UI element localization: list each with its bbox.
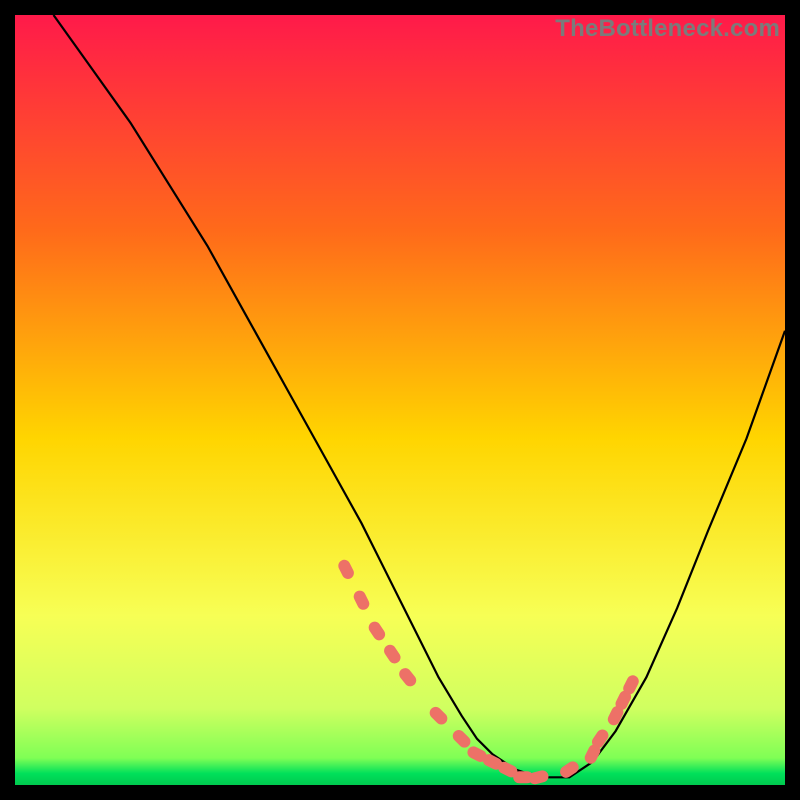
bottleneck-chart — [15, 15, 785, 785]
watermark-text: TheBottleneck.com — [555, 15, 780, 43]
gradient-background — [15, 15, 785, 785]
chart-frame: TheBottleneck.com — [15, 15, 785, 785]
